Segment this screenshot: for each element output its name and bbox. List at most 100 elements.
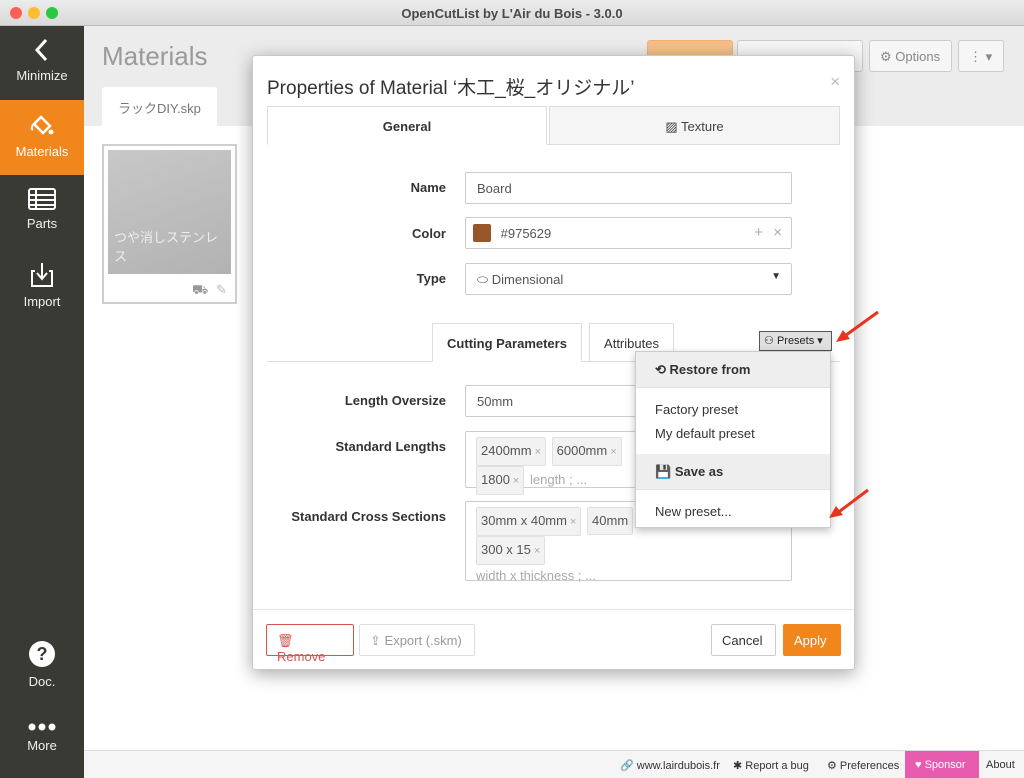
footer: 🔗 www.lairdubois.fr ✱ Report a bug ⚙ Pre… bbox=[84, 750, 1024, 778]
sponsor-button[interactable]: ♥ Sponsor bbox=[905, 751, 979, 778]
length-tag[interactable]: 1800 × bbox=[476, 466, 525, 495]
save-icon: 💾 bbox=[655, 464, 672, 479]
cross-sections-placeholder: width x thickness ; ... bbox=[476, 568, 596, 583]
remove-tag-icon[interactable]: × bbox=[570, 516, 576, 528]
options-label: Options bbox=[895, 49, 941, 64]
caret-down-icon: ▾ bbox=[817, 335, 823, 347]
name-label: Name bbox=[410, 180, 446, 195]
length-tag[interactable]: 6000mm × bbox=[551, 437, 622, 466]
tag-label: 300 x 15 bbox=[481, 542, 531, 557]
export-icon: ⇪ bbox=[370, 633, 381, 648]
cross-section-tag[interactable]: 40mm bbox=[587, 507, 634, 535]
clear-icon[interactable]: × bbox=[773, 224, 782, 241]
presets-label: Presets bbox=[776, 335, 815, 347]
remove-button[interactable]: 🗑 Remove bbox=[266, 624, 354, 664]
new-preset-item[interactable]: New preset... bbox=[655, 504, 732, 519]
cross-section-tag[interactable]: 300 x 15 × bbox=[476, 536, 546, 565]
svg-text:?: ? bbox=[37, 644, 48, 664]
sidebar-item-more[interactable]: More bbox=[0, 722, 84, 762]
options-button[interactable]: ⚙ Options bbox=[869, 40, 952, 72]
color-value: #975629 bbox=[500, 226, 552, 241]
type-select[interactable]: ⬭ Dimensional ▼ bbox=[465, 263, 792, 295]
more-menu-button[interactable]: ⋮ ▾ bbox=[958, 40, 1004, 72]
cancel-button[interactable]: Cancel bbox=[711, 624, 776, 656]
tab-cutting-parameters[interactable]: Cutting Parameters bbox=[432, 323, 582, 362]
website-link-label: www.lairdubois.fr bbox=[636, 760, 720, 772]
file-tab[interactable]: ラックDIY.skp bbox=[102, 87, 217, 126]
sidebar-item-label: Doc. bbox=[28, 674, 56, 689]
presets-button[interactable]: ⚇ Presets ▾ bbox=[759, 331, 832, 351]
sidebar: Minimize Materials Parts Import ? Doc. M… bbox=[0, 26, 84, 778]
remove-tag-icon[interactable]: × bbox=[610, 446, 616, 458]
save-as-label: Save as bbox=[674, 464, 724, 479]
close-icon[interactable]: × bbox=[830, 72, 840, 92]
tag-label: 40mm bbox=[592, 513, 629, 528]
dialog-footer-divider bbox=[253, 609, 854, 610]
sidebar-item-import[interactable]: Import bbox=[0, 262, 84, 322]
sidebar-item-label: Materials bbox=[15, 144, 69, 159]
gear-icon: ⚙ bbox=[880, 49, 892, 64]
trash-icon: 🗑 bbox=[277, 633, 294, 648]
sidebar-item-label: Parts bbox=[26, 216, 58, 231]
import-icon bbox=[31, 263, 53, 287]
factory-preset-item[interactable]: Factory preset bbox=[655, 402, 738, 417]
material-card[interactable]: つや消しステンレス ⛟ ✎ bbox=[102, 144, 237, 304]
sidebar-item-parts[interactable]: Parts bbox=[0, 188, 84, 248]
report-bug-link[interactable]: ✱ Report a bug bbox=[733, 759, 809, 772]
tab-texture-label: Texture bbox=[681, 119, 724, 134]
remove-label: Remove bbox=[277, 649, 326, 664]
color-swatch[interactable] bbox=[473, 224, 491, 243]
preferences-link[interactable]: ⚙ Preferences bbox=[827, 759, 899, 772]
dropdown-divider bbox=[636, 387, 830, 388]
cross-section-tag[interactable]: 30mm x 40mm × bbox=[476, 507, 582, 536]
material-name: つや消しステンレス bbox=[114, 230, 219, 264]
sidebar-item-doc[interactable]: ? Doc. bbox=[0, 640, 84, 700]
color-input[interactable]: #975629 + × bbox=[465, 217, 792, 249]
name-input[interactable]: Board bbox=[465, 172, 792, 204]
preferences-label: Preferences bbox=[839, 760, 900, 772]
more-icon bbox=[28, 723, 56, 731]
dropdown-divider bbox=[636, 489, 830, 490]
cross-sections-label: Standard Cross Sections bbox=[291, 509, 446, 524]
help-icon: ? bbox=[29, 641, 55, 667]
my-default-preset-item[interactable]: My default preset bbox=[655, 426, 755, 441]
website-link[interactable]: 🔗 www.lairdubois.fr bbox=[620, 759, 720, 772]
board-icon: ⬭ bbox=[477, 272, 489, 287]
remove-tag-icon[interactable]: × bbox=[534, 545, 540, 557]
sidebar-item-label: Minimize bbox=[16, 68, 68, 83]
history-icon: ⟲ bbox=[655, 362, 666, 377]
apply-button[interactable]: Apply bbox=[783, 624, 841, 656]
pencil-icon: ✎ bbox=[216, 282, 227, 297]
length-tag[interactable]: 2400mm × bbox=[476, 437, 547, 466]
sponsor-label: Sponsor bbox=[924, 759, 966, 771]
restore-from-header: ⟲ Restore from bbox=[636, 352, 830, 387]
tab-texture[interactable]: ▨ Texture bbox=[549, 106, 840, 145]
type-label: Type bbox=[416, 271, 446, 286]
export-label: Export (.skm) bbox=[384, 633, 462, 648]
remove-tag-icon[interactable]: × bbox=[535, 446, 541, 458]
remove-tag-icon[interactable]: × bbox=[513, 475, 519, 487]
about-link[interactable]: About bbox=[986, 759, 1015, 771]
plus-icon[interactable]: + bbox=[754, 224, 763, 241]
title-bar: OpenCutList by L'Air du Bois - 3.0.0 bbox=[0, 0, 1024, 26]
presets-icon: ⚇ bbox=[764, 335, 774, 347]
standard-lengths-label: Standard Lengths bbox=[335, 439, 446, 454]
export-button[interactable]: ⇪ Export (.skm) bbox=[359, 624, 475, 656]
window-title: OpenCutList by L'Air du Bois - 3.0.0 bbox=[401, 6, 623, 21]
caret-down-icon: ▼ bbox=[771, 271, 781, 282]
sidebar-item-materials[interactable]: Materials bbox=[0, 100, 84, 175]
list-icon bbox=[28, 188, 56, 210]
presets-dropdown: ⟲ Restore from Factory preset My default… bbox=[635, 351, 831, 528]
texture-icon: ▨ bbox=[665, 119, 678, 134]
dialog-title: Properties of Material ‘木工_桜_オリジナル’ bbox=[267, 78, 635, 99]
tab-general[interactable]: General bbox=[267, 106, 547, 145]
chevron-left-icon bbox=[34, 38, 48, 62]
sidebar-item-minimize[interactable]: Minimize bbox=[0, 38, 84, 98]
sidebar-item-label: More bbox=[27, 738, 57, 753]
paint-bucket-icon bbox=[30, 115, 54, 135]
restore-from-label: Restore from bbox=[669, 362, 751, 377]
report-bug-label: Report a bug bbox=[745, 760, 809, 772]
save-as-header: 💾 Save as bbox=[636, 454, 830, 489]
standard-lengths-placeholder: length ; ... bbox=[529, 472, 588, 487]
paint-bucket-icon: ⛟ bbox=[192, 282, 209, 297]
